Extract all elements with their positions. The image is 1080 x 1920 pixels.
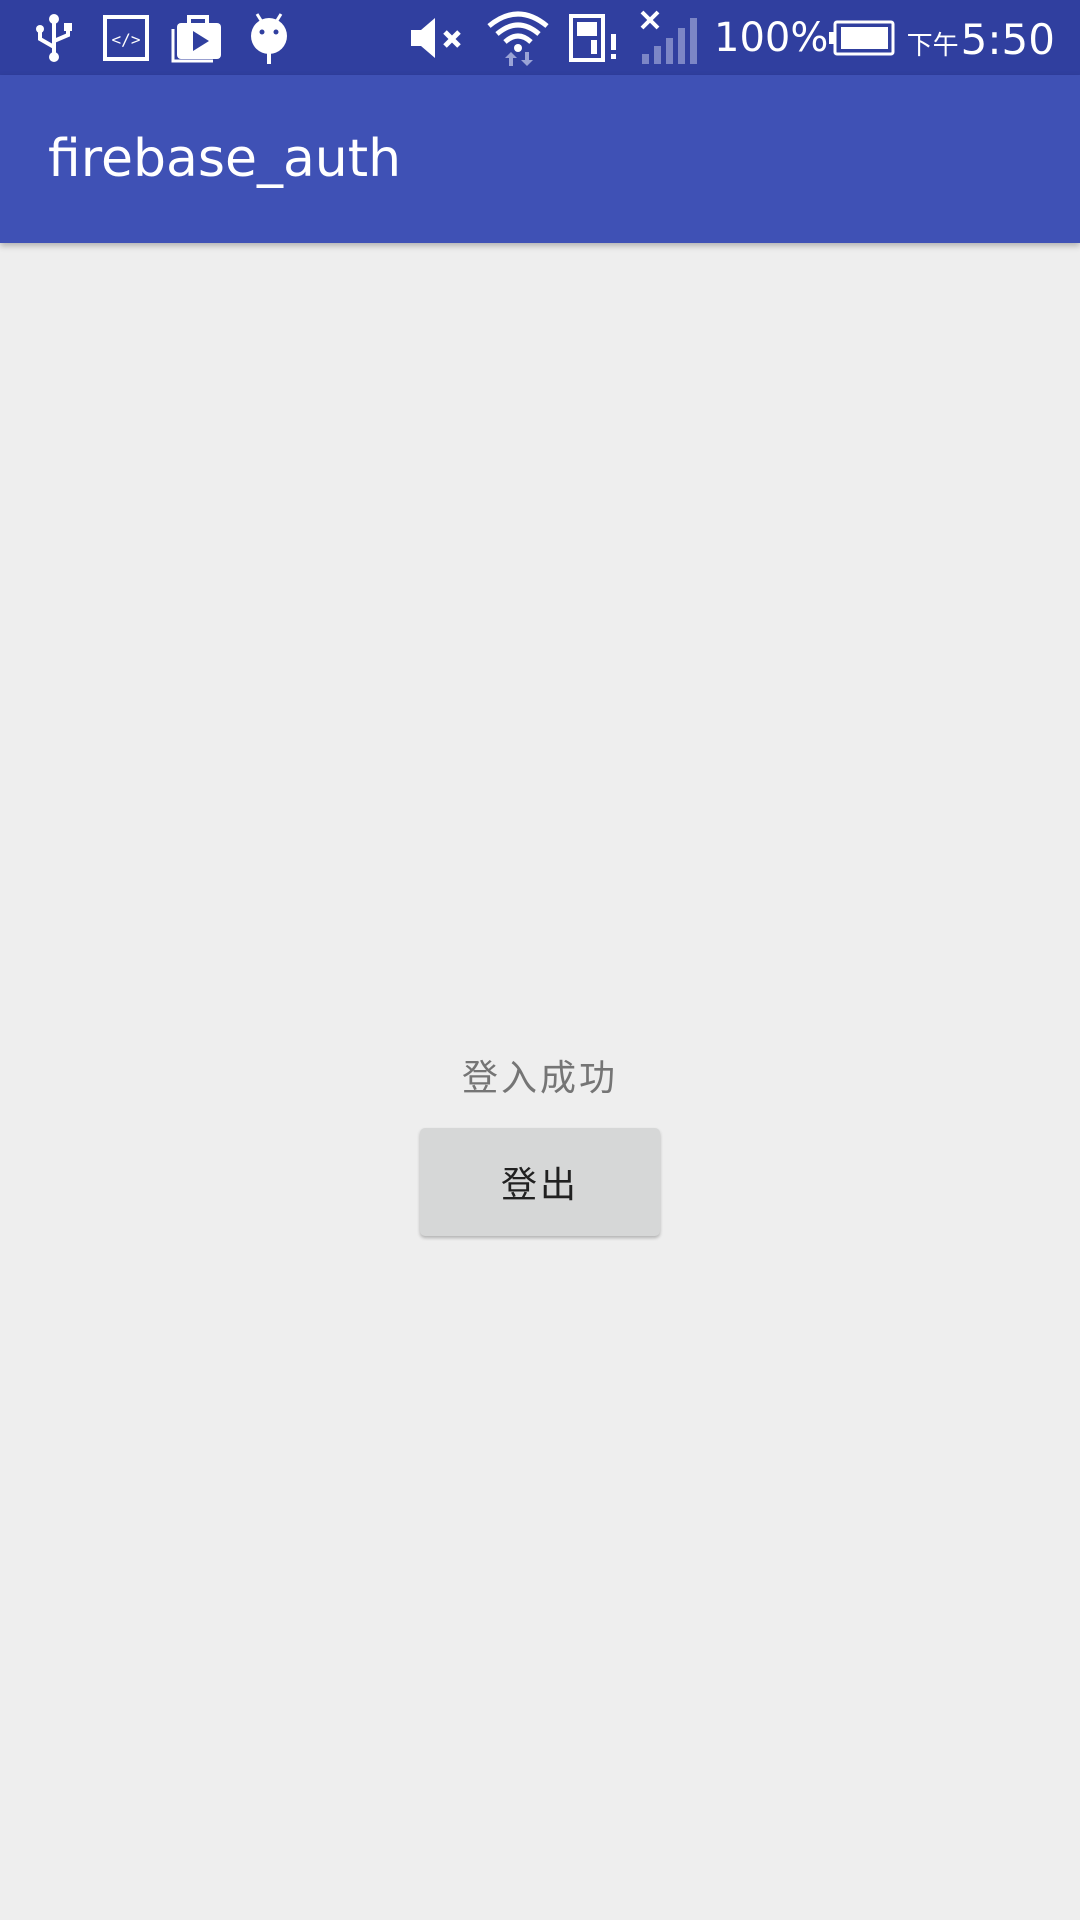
- clock-ampm: 下午: [906, 31, 959, 61]
- wifi-icon: [485, 10, 551, 66]
- volume-mute-icon: [407, 10, 467, 66]
- play-store-icon: [170, 10, 226, 66]
- clock-time: 5:50: [960, 15, 1055, 64]
- clock: 下午 5:50: [907, 10, 1055, 66]
- svg-text:</>: </>: [112, 30, 141, 49]
- login-status-text: 登入成功: [461, 1058, 618, 1099]
- usb-icon: [30, 10, 78, 66]
- battery-percent: 100%: [714, 15, 829, 61]
- code-icon: </>: [101, 10, 151, 66]
- main-content: 登入成功 登出: [0, 243, 1080, 1920]
- battery-icon: [827, 10, 895, 66]
- status-bar: </> 100% 下午 5:50: [0, 0, 1080, 75]
- app-title: firebase_auth: [48, 129, 402, 189]
- sd-card-alert-icon: [567, 10, 621, 66]
- app-bar: firebase_auth: [0, 75, 1080, 243]
- no-signal-icon: [638, 10, 700, 66]
- android-debug-icon: [245, 10, 293, 66]
- logout-button[interactable]: 登出: [420, 1128, 660, 1236]
